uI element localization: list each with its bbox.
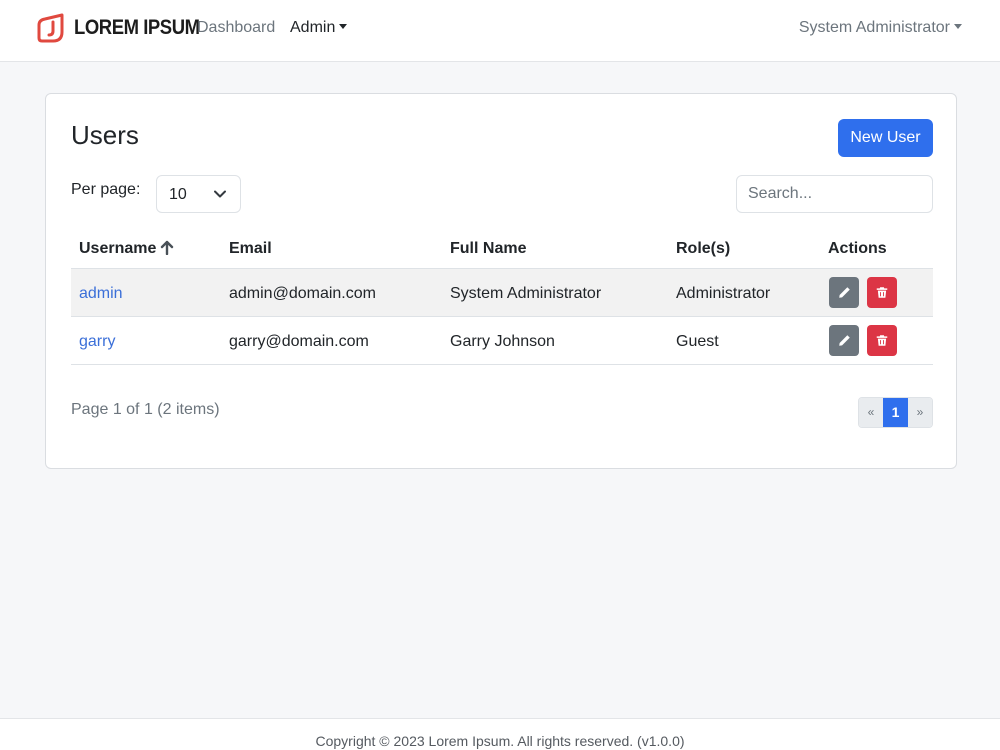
full-name-cell: System Administrator <box>450 285 602 302</box>
trash-icon <box>876 335 888 346</box>
pencil-icon <box>838 287 850 298</box>
brand[interactable]: LOREM IPSUM <box>36 12 217 44</box>
pagination-page-1[interactable]: 1 <box>883 398 908 427</box>
column-header-username-label: Username <box>79 240 157 257</box>
column-header-roles[interactable]: Role(s) <box>676 240 730 258</box>
delete-button[interactable] <box>867 277 897 308</box>
table-header: Username Email Full Name Role(s) Actions <box>71 226 933 269</box>
table-row: admin admin@domain.com System Administra… <box>71 269 933 317</box>
per-page-select[interactable]: 10 <box>156 175 241 213</box>
table-row: garry garry@domain.com Garry Johnson Gue… <box>71 317 933 365</box>
column-header-email[interactable]: Email <box>229 240 272 258</box>
nav-admin-label: Admin <box>290 19 336 36</box>
nav-dashboard[interactable]: Dashboard <box>197 19 275 37</box>
page-info: Page 1 of 1 (2 items) <box>71 401 220 418</box>
copyright-text: Copyright © 2023 Lorem Ipsum. All rights… <box>315 733 685 749</box>
pencil-icon <box>838 335 850 346</box>
column-header-full-name[interactable]: Full Name <box>450 240 526 258</box>
search-input[interactable] <box>736 175 933 213</box>
pagination-prev[interactable]: « <box>859 398 883 427</box>
delete-button[interactable] <box>867 325 897 356</box>
per-page-label: Per page: <box>71 181 141 198</box>
column-header-actions: Actions <box>828 240 887 257</box>
column-header-username[interactable]: Username <box>79 240 174 258</box>
per-page-value: 10 <box>169 186 187 203</box>
caret-down-icon <box>954 24 962 29</box>
brand-logo-icon <box>37 13 64 43</box>
new-user-button[interactable]: New User <box>838 119 933 157</box>
username-link[interactable]: garry <box>79 333 115 351</box>
email-cell: admin@domain.com <box>229 285 376 302</box>
roles-cell: Guest <box>676 333 719 350</box>
username-link[interactable]: admin <box>79 285 123 303</box>
page-footer: Copyright © 2023 Lorem Ipsum. All rights… <box>0 718 1000 750</box>
roles-cell: Administrator <box>676 285 771 302</box>
pagination-next[interactable]: » <box>908 398 932 427</box>
trash-icon <box>876 287 888 298</box>
caret-down-icon <box>339 24 348 29</box>
nav-admin-dropdown[interactable]: Admin <box>290 19 348 37</box>
top-navbar: LOREM IPSUM Dashboard Admin System Admin… <box>0 0 1000 62</box>
users-table: Username Email Full Name Role(s) Actions… <box>71 226 933 365</box>
page-title: Users <box>71 120 139 150</box>
pagination: « 1 » <box>858 397 933 428</box>
user-menu-label: System Administrator <box>798 19 950 36</box>
edit-button[interactable] <box>829 325 859 356</box>
chevron-down-icon <box>214 190 226 198</box>
edit-button[interactable] <box>829 277 859 308</box>
user-menu-dropdown[interactable]: System Administrator <box>799 19 962 37</box>
users-card: Users New User Per page: 10 Username Ema… <box>45 93 957 469</box>
email-cell: garry@domain.com <box>229 333 369 350</box>
full-name-cell: Garry Johnson <box>450 333 555 350</box>
arrow-up-icon <box>161 240 174 255</box>
brand-name: LOREM IPSUM <box>74 16 200 39</box>
